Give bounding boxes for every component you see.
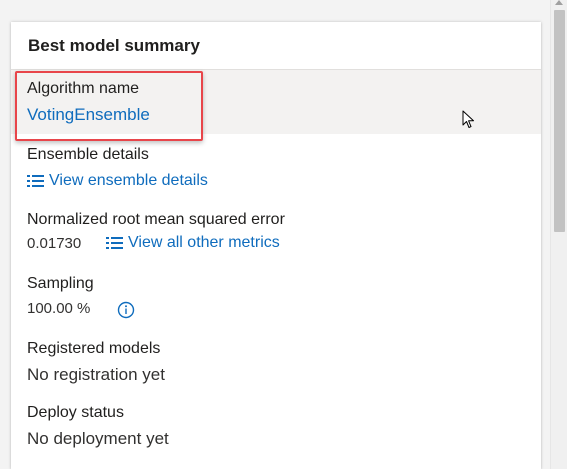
scroll-up-arrow-icon[interactable] <box>555 0 563 5</box>
view-all-metrics-link[interactable]: View all other metrics <box>106 234 280 252</box>
deploy-status-label: Deploy status <box>27 404 124 421</box>
sampling-label: Sampling <box>27 275 94 292</box>
vertical-scrollbar[interactable] <box>550 0 567 469</box>
registered-models-value: No registration yet <box>27 365 165 384</box>
view-all-metrics-text: View all other metrics <box>128 234 280 251</box>
scrollbar-thumb[interactable] <box>554 10 565 232</box>
nrmse-label: Normalized root mean squared error <box>27 211 285 228</box>
sampling-value: 100.00 % <box>27 300 91 317</box>
list-icon <box>106 237 123 249</box>
ensemble-details-label: Ensemble details <box>27 146 149 163</box>
annotation-highlight-box <box>15 71 203 141</box>
list-icon <box>27 175 44 187</box>
registered-models-label: Registered models <box>27 340 161 357</box>
best-model-summary-card: Best model summary Algorithm name Voting… <box>11 22 541 469</box>
view-ensemble-details-link[interactable]: View ensemble details <box>27 172 208 190</box>
page: Best model summary Algorithm name Voting… <box>0 0 567 469</box>
card-title: Best model summary <box>28 36 200 55</box>
info-icon[interactable] <box>117 301 135 319</box>
deploy-status-value: No deployment yet <box>27 429 169 448</box>
view-ensemble-details-text: View ensemble details <box>49 172 208 189</box>
nrmse-value: 0.01730 <box>27 235 82 252</box>
